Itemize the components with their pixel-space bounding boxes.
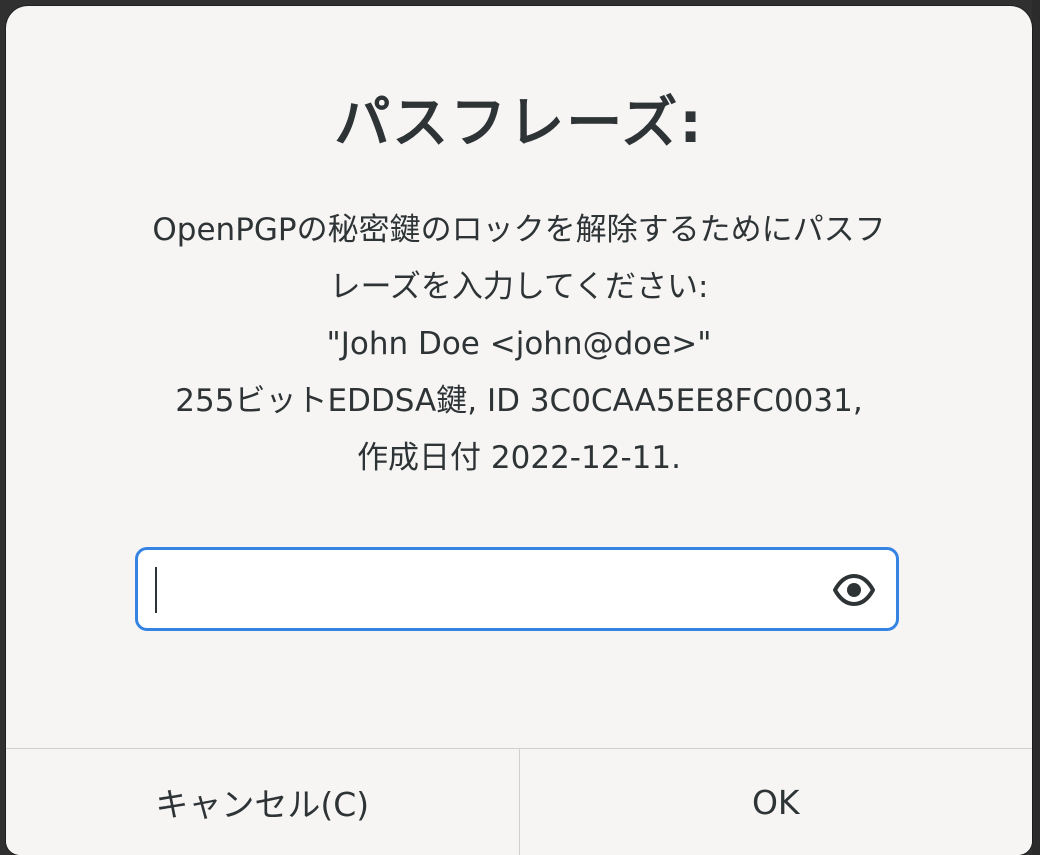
cancel-button[interactable]: キャンセル(C) — [6, 749, 519, 855]
passphrase-dialog: パスフレーズ: OpenPGPの秘密鍵のロックを解除するためにパスフ レーズを入… — [6, 6, 1032, 855]
message-line: 作成日付 2022-12-11. — [357, 440, 681, 476]
eye-icon[interactable] — [832, 572, 876, 608]
dialog-button-bar: キャンセル(C) OK — [6, 748, 1032, 855]
passphrase-input[interactable] — [135, 547, 899, 631]
dialog-title: パスフレーズ: — [334, 91, 704, 156]
message-line: レーズを入力してください: — [329, 269, 709, 305]
background-edge — [1032, 0, 1040, 855]
message-line: 255ビットEDDSA鍵, ID 3C0CAA5EE8FC0031, — [175, 383, 863, 419]
dialog-message: OpenPGPの秘密鍵のロックを解除するためにパスフ レーズを入力してください:… — [66, 202, 972, 487]
ok-button[interactable]: OK — [518, 749, 1032, 855]
text-caret — [155, 567, 157, 613]
message-line: OpenPGPの秘密鍵のロックを解除するためにパスフ — [152, 212, 886, 248]
message-line: "John Doe <john@doe>" — [326, 326, 712, 362]
